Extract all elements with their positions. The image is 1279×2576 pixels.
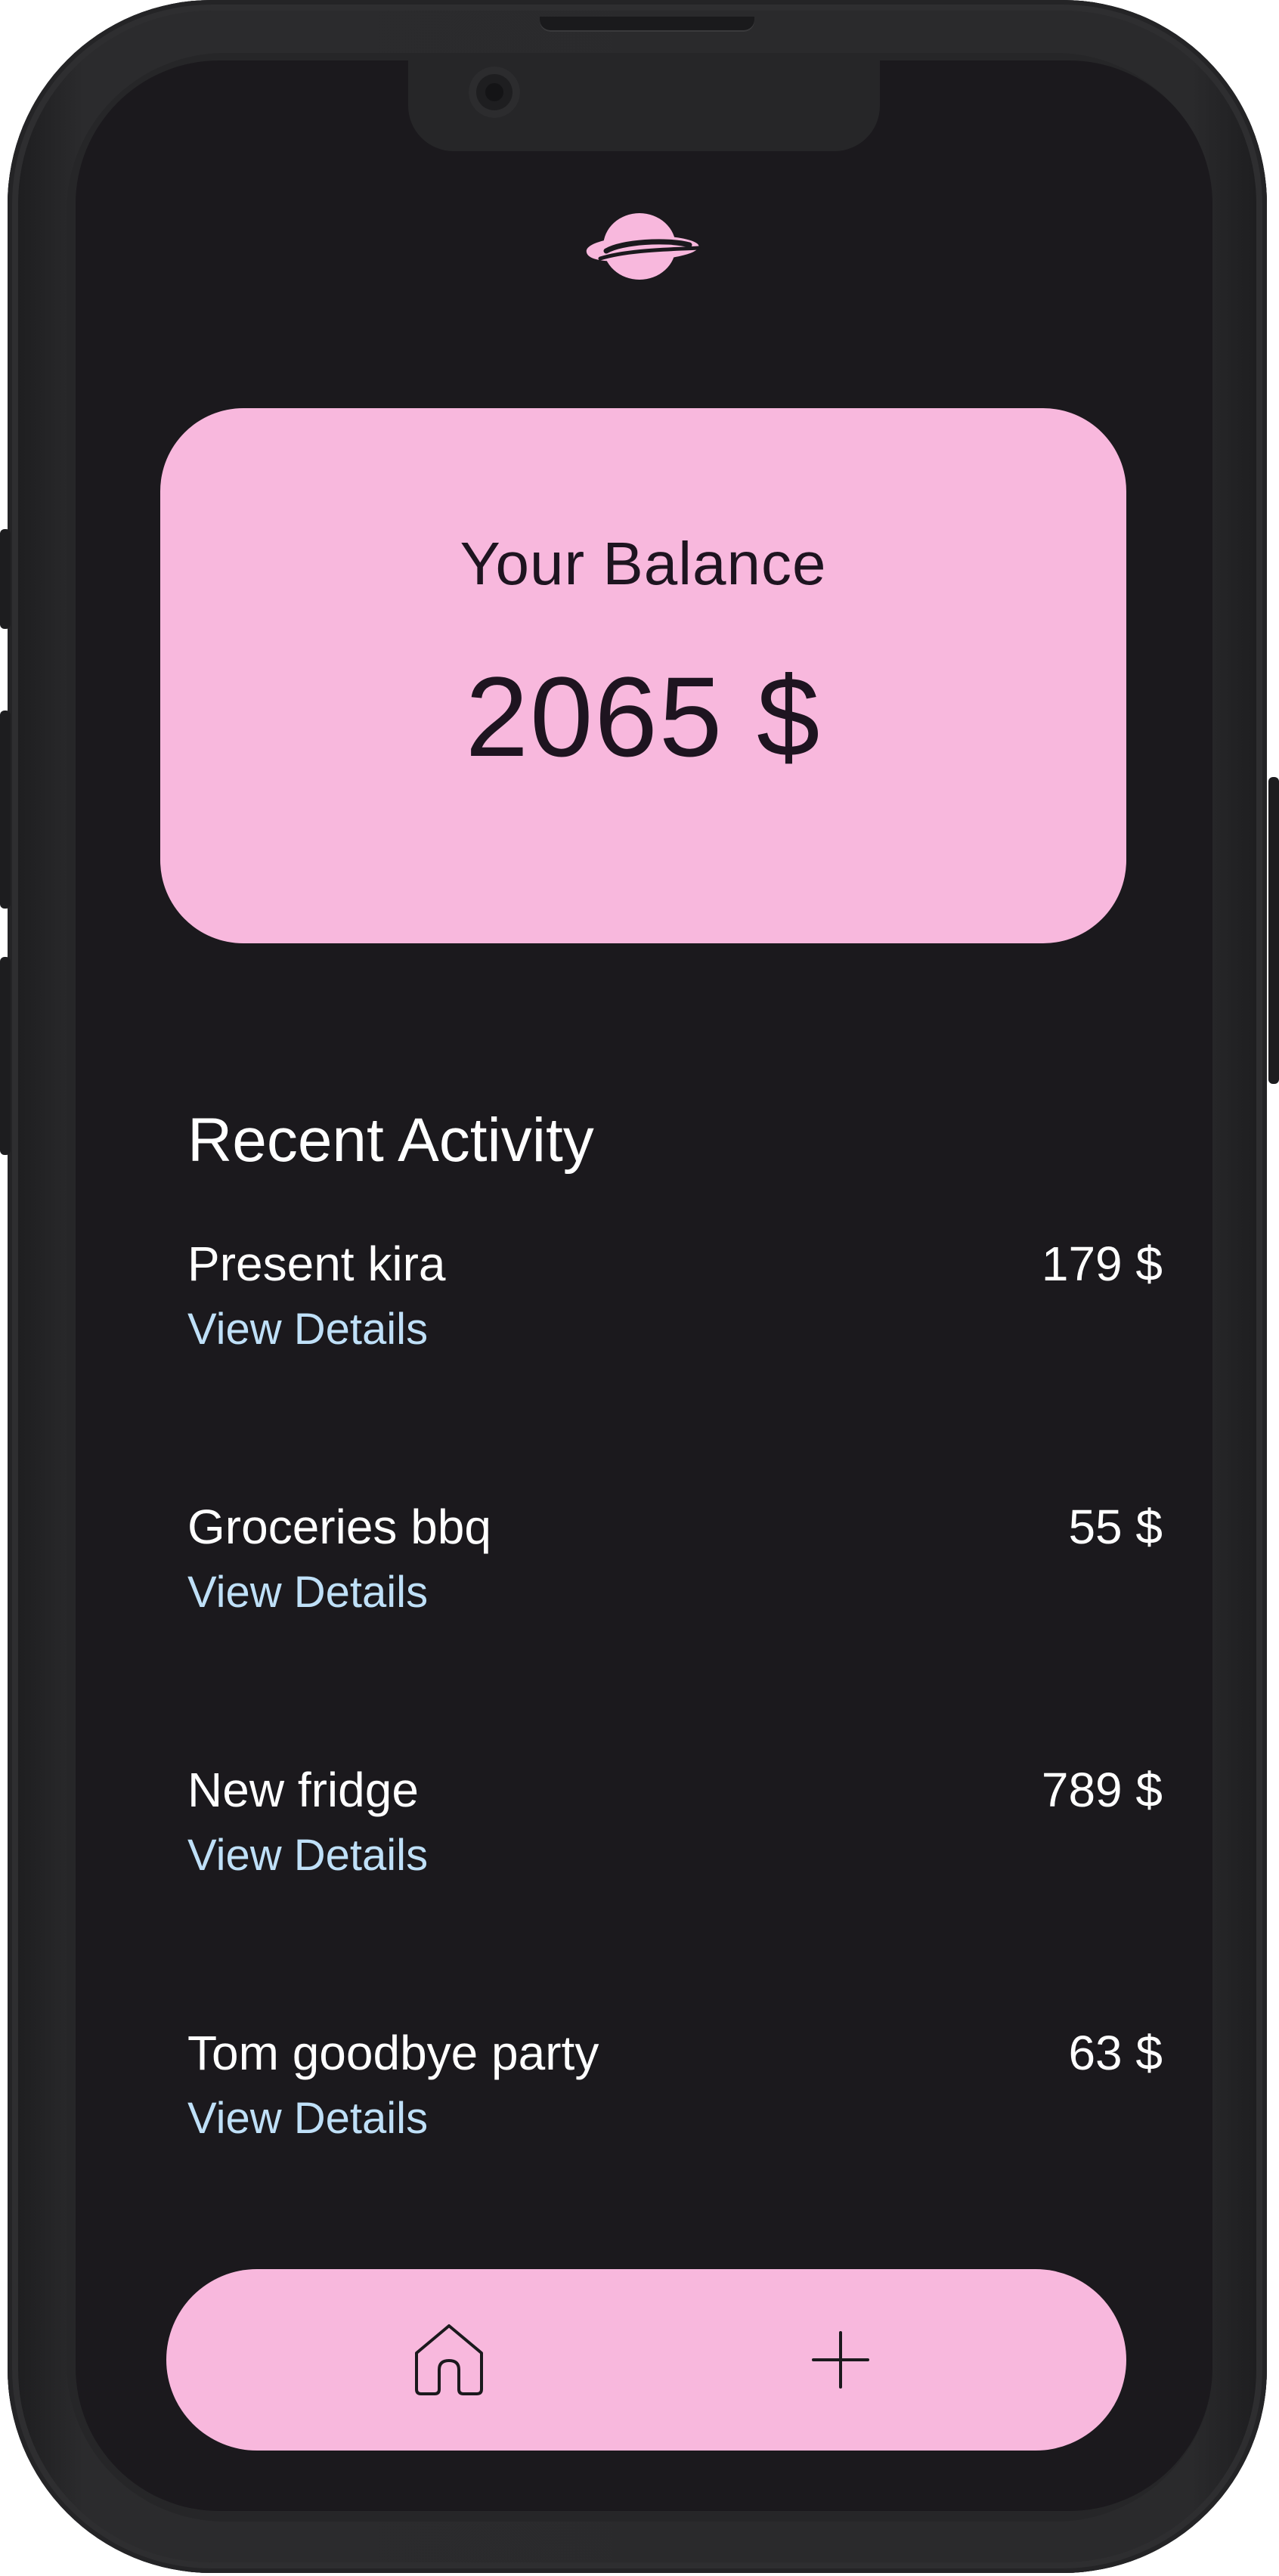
side-button-power	[1268, 777, 1279, 1084]
view-details-link[interactable]: View Details	[187, 1308, 428, 1351]
activity-amount: 63 $	[1068, 2026, 1163, 2080]
balance-card: Your Balance 2065 $	[160, 408, 1126, 943]
plus-icon	[812, 2331, 869, 2389]
balance-value: 2065 $	[465, 653, 822, 780]
add-button[interactable]	[795, 2314, 886, 2405]
side-button-mute	[0, 529, 11, 629]
activity-amount: 55 $	[1068, 1500, 1163, 1554]
view-details-link[interactable]: View Details	[187, 2097, 428, 2141]
bottom-nav	[166, 2269, 1126, 2451]
list-item: Present kira 179 $ View Details	[187, 1240, 1163, 1406]
speaker-grille	[540, 17, 754, 32]
view-details-link[interactable]: View Details	[187, 1571, 428, 1615]
balance-label: Your Balance	[460, 530, 827, 597]
activity-name: New fridge	[187, 1763, 419, 1817]
notch	[408, 60, 880, 151]
planet-icon	[586, 213, 701, 280]
list-item: New fridge 789 $ View Details	[187, 1766, 1163, 1932]
activity-name: Tom goodbye party	[187, 2026, 599, 2080]
activity-name: Groceries bbq	[187, 1500, 491, 1554]
activity-amount: 789 $	[1041, 1763, 1163, 1817]
home-icon	[415, 2324, 483, 2395]
side-button-volume-down	[0, 957, 11, 1155]
app-screen: Your Balance 2065 $ Recent Activity Pres…	[76, 60, 1212, 2511]
phone-frame: Your Balance 2065 $ Recent Activity Pres…	[8, 0, 1267, 2573]
activity-name: Present kira	[187, 1237, 446, 1291]
list-item: Tom goodbye party 63 $ View Details	[187, 2029, 1163, 2195]
list-item: Groceries bbq 55 $ View Details	[187, 1503, 1163, 1669]
activity-amount: 179 $	[1041, 1237, 1163, 1291]
home-button[interactable]	[404, 2314, 494, 2405]
recent-activity-title: Recent Activity	[187, 1106, 594, 1175]
view-details-link[interactable]: View Details	[187, 1834, 428, 1878]
side-button-volume-up	[0, 711, 11, 909]
front-camera	[469, 67, 520, 118]
